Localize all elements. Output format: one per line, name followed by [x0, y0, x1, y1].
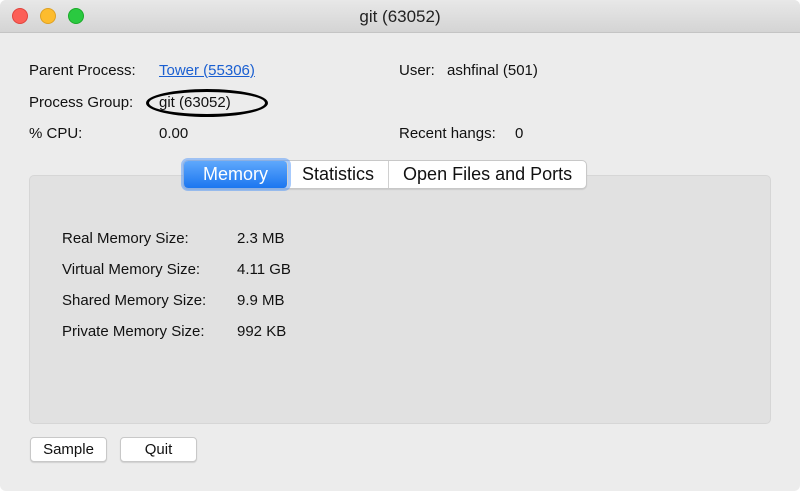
private-memory-value: 992 KB	[237, 323, 287, 340]
window-title: git (63052)	[359, 7, 441, 26]
quit-button[interactable]: Quit	[120, 437, 197, 462]
virtual-memory-label: Virtual Memory Size:	[62, 261, 201, 278]
shared-memory-label: Shared Memory Size:	[62, 292, 207, 309]
cpu-label: % CPU:	[29, 125, 83, 142]
recent-hangs-label: Recent hangs:	[399, 125, 496, 142]
tab-memory[interactable]: Memory	[184, 161, 289, 188]
private-memory-label: Private Memory Size:	[62, 323, 205, 340]
cpu-value: 0.00	[159, 125, 189, 142]
real-memory-value: 2.3 MB	[237, 230, 285, 247]
title-bar: git (63052)	[0, 0, 800, 33]
sample-button[interactable]: Sample	[30, 437, 107, 462]
virtual-memory-value: 4.11 GB	[237, 261, 291, 278]
user-label: User:	[399, 62, 435, 79]
user-value: ashfinal (501)	[447, 62, 538, 79]
parent-process-link[interactable]: Tower (55306)	[159, 62, 255, 79]
process-inspector-window: git (63052) Parent Process: Tower (55306…	[0, 0, 800, 491]
recent-hangs-value: 0	[515, 125, 524, 142]
tab-open-files-and-ports[interactable]: Open Files and Ports	[389, 161, 586, 188]
process-group-label: Process Group:	[29, 94, 134, 111]
parent-process-label: Parent Process:	[29, 62, 136, 79]
real-memory-label: Real Memory Size:	[62, 230, 189, 247]
tab-statistics[interactable]: Statistics	[288, 161, 390, 188]
shared-memory-value: 9.9 MB	[237, 292, 285, 309]
annotation-ellipse	[146, 89, 268, 117]
tab-bar: Memory Statistics Open Files and Ports	[183, 160, 588, 189]
